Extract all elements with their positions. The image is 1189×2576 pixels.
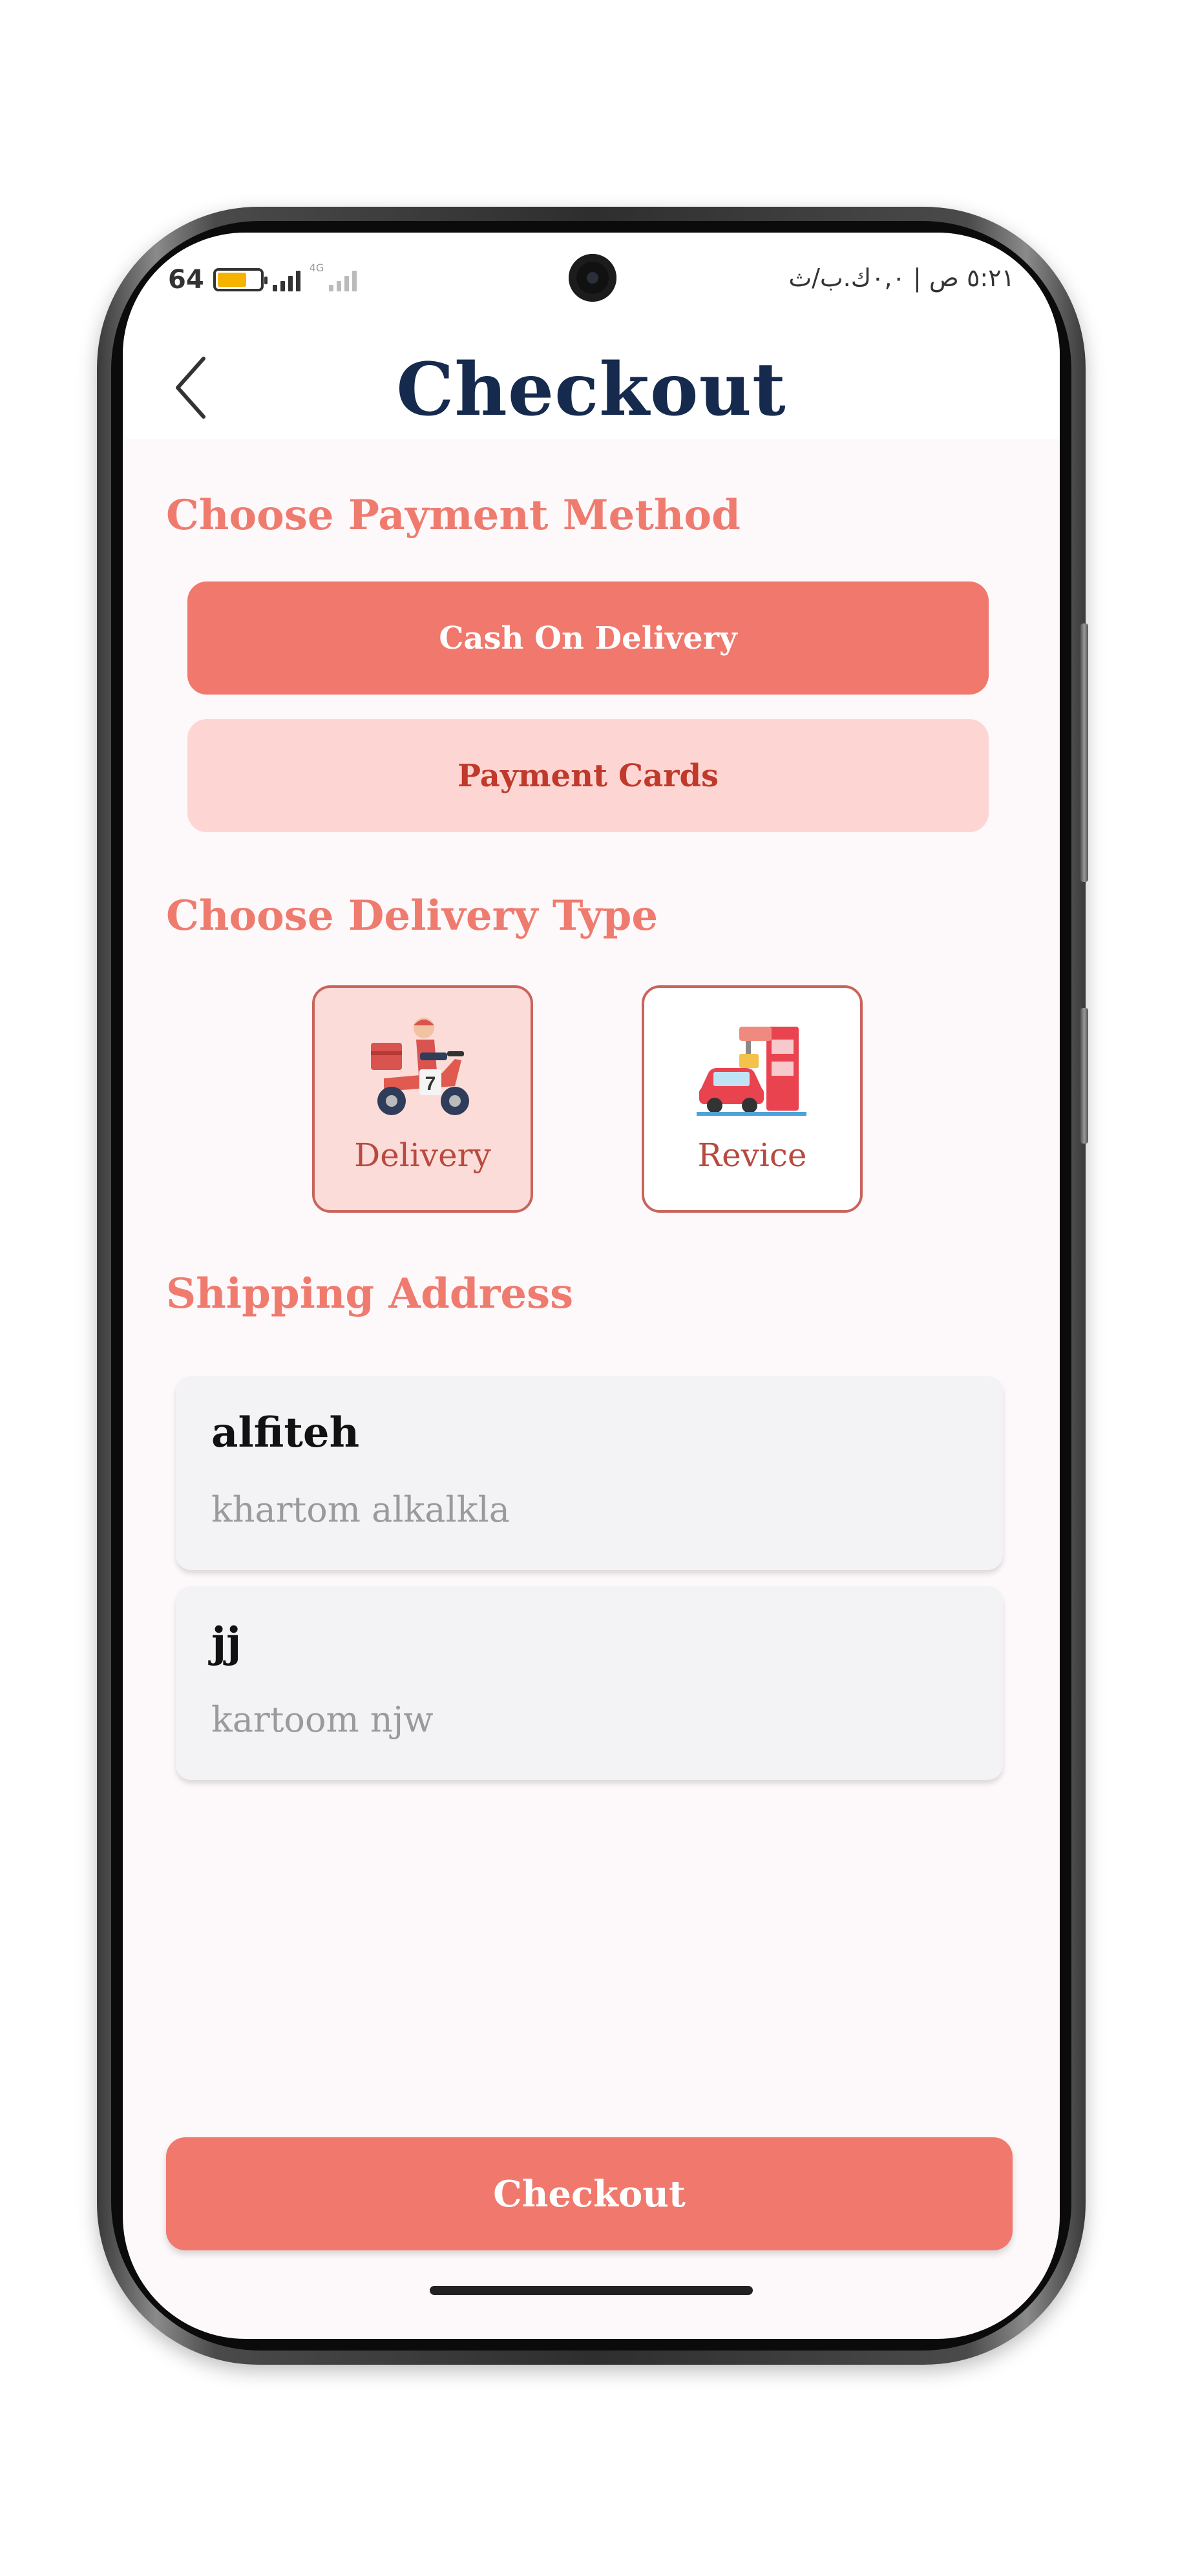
- app-header: Checkout: [123, 330, 1060, 439]
- battery-percentage: 64: [168, 265, 204, 295]
- address-detail: khartom alkalkla: [211, 1489, 510, 1530]
- cash-on-delivery-button[interactable]: Cash On Delivery: [187, 581, 989, 695]
- home-indicator[interactable]: [430, 2286, 753, 2295]
- revice-type-card[interactable]: Revice: [642, 985, 863, 1213]
- status-left-group: 64 4G: [168, 262, 357, 295]
- volume-button: [1080, 623, 1088, 882]
- address-card-alfiteh[interactable]: alfiteh khartom alkalkla: [176, 1376, 1003, 1570]
- power-button: [1080, 1008, 1088, 1144]
- payment-cards-button[interactable]: Payment Cards: [187, 719, 989, 832]
- delivery-type-label: Delivery: [354, 1136, 491, 1174]
- front-camera: [569, 254, 616, 302]
- checkout-button-label: Checkout: [493, 2172, 686, 2215]
- checkout-button[interactable]: Checkout: [166, 2137, 1013, 2250]
- cash-on-delivery-label: Cash On Delivery: [439, 620, 737, 656]
- svg-text:7: 7: [425, 1073, 436, 1094]
- secondary-signal-icon: 4G: [310, 262, 357, 291]
- payment-cards-label: Payment Cards: [457, 757, 719, 794]
- delivery-section-title: Choose Delivery Type: [166, 892, 658, 940]
- status-time: ٥:٢١ ص | ٠,٠ك.ب/ث: [788, 264, 1015, 292]
- signal-icon: [272, 268, 300, 291]
- address-detail: kartoom njw: [211, 1699, 434, 1740]
- revice-type-label: Revice: [697, 1136, 807, 1174]
- page-title: Checkout: [396, 348, 786, 432]
- scooter-courier-icon: 7: [371, 1018, 469, 1115]
- shipping-section-title: Shipping Address: [166, 1270, 574, 1318]
- battery-icon: [213, 268, 268, 291]
- status-bar: 64 4G ٥:٢١ ص | ٠,٠ك.ب/ث: [123, 233, 1060, 330]
- address-name: jj: [211, 1618, 242, 1667]
- address-card-jj[interactable]: jj kartoom njw: [176, 1586, 1003, 1780]
- network-type-label: 4G: [309, 262, 324, 274]
- app-screen: 64 4G ٥:٢١ ص | ٠,٠ك.ب/ث Checkout Choose …: [123, 233, 1060, 2339]
- delivery-type-card[interactable]: 7 Delivery: [312, 985, 533, 1213]
- payment-section-title: Choose Payment Method: [166, 491, 741, 539]
- drive-thru-icon: [697, 1027, 806, 1116]
- address-name: alfiteh: [211, 1408, 360, 1457]
